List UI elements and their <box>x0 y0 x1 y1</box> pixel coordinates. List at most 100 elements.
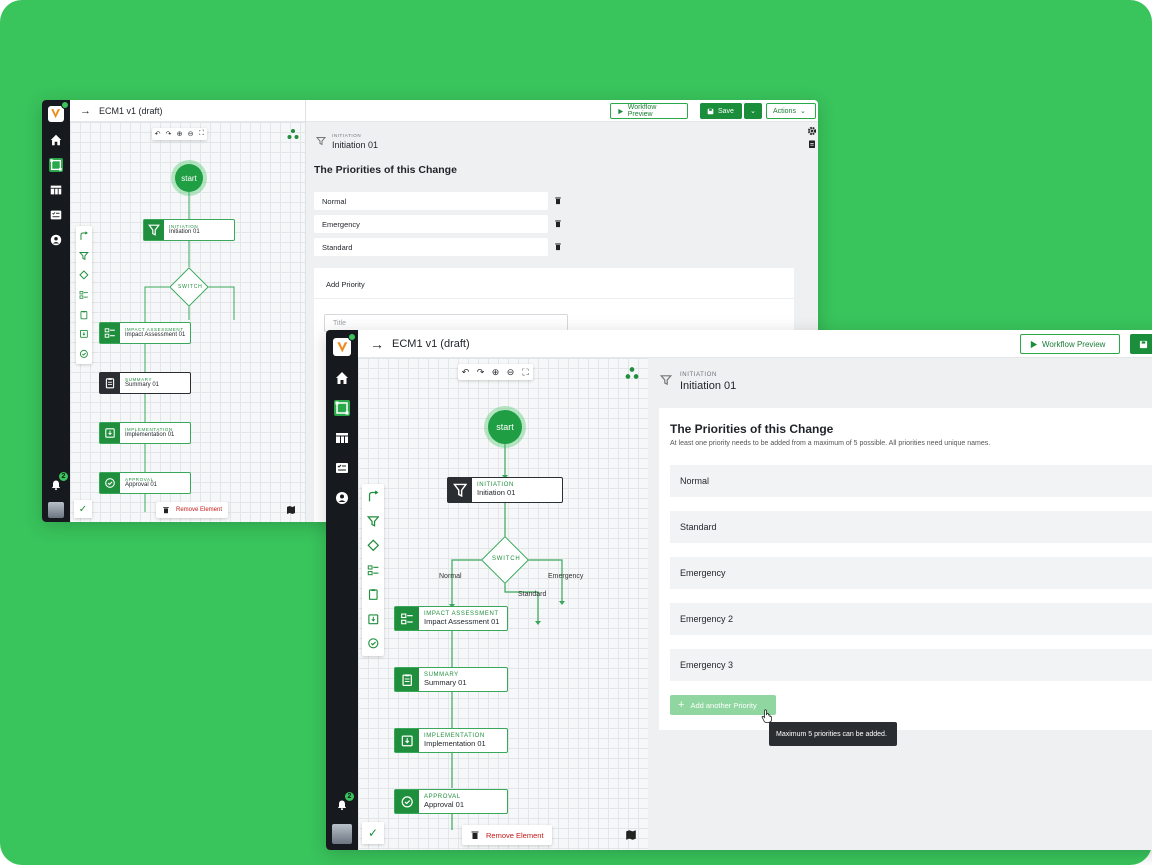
map-icon[interactable] <box>625 829 637 841</box>
implementation-node[interactable]: IMPLEMENTATION Implementation 01 <box>99 422 191 444</box>
app-logo[interactable] <box>48 101 69 122</box>
workflow-canvas[interactable]: ↶ ↷ ⊕ ⊖ ⛶ start INITIATION Initiation 01… <box>358 358 648 850</box>
step-name: Initiation 01 <box>332 140 379 150</box>
filter-icon[interactable] <box>77 249 91 263</box>
edge-label-standard: Standard <box>518 591 547 598</box>
check-circle-icon[interactable] <box>364 635 382 653</box>
chevron-down-icon: ⌄ <box>750 108 756 115</box>
save-button[interactable]: Save <box>700 103 742 119</box>
checklist-icon[interactable] <box>77 288 91 302</box>
clipboard-icon <box>395 668 419 691</box>
back-arrow-icon[interactable]: → <box>370 336 384 352</box>
inbox-icon <box>395 729 419 752</box>
remove-element-button[interactable]: Remove Element <box>462 825 552 845</box>
priority-item[interactable]: Normal <box>670 465 1152 497</box>
priority-item[interactable]: Standard <box>670 511 1152 543</box>
priority-item[interactable]: Emergency 3 <box>670 649 1152 681</box>
check-circle-icon <box>100 473 120 493</box>
top-bar: → ECM1 v1 (draft) Workflow Preview <box>358 330 1152 358</box>
switch-label: SWITCH <box>492 556 521 562</box>
gear-icon[interactable] <box>807 126 817 136</box>
notification-count: 2 <box>345 792 354 801</box>
node-name: Impact Assessment 01 <box>125 332 186 339</box>
decision-icon[interactable] <box>364 536 382 554</box>
notification-bell-icon[interactable]: 2 <box>50 472 68 491</box>
start-node[interactable]: start <box>488 410 522 444</box>
workflow-icon[interactable] <box>334 400 350 416</box>
trash-icon[interactable] <box>554 242 562 251</box>
max-priorities-tooltip: Maximum 5 priorities can be added. <box>769 722 897 746</box>
user-avatar[interactable] <box>332 824 352 844</box>
edge-label-emergency: Emergency <box>548 573 584 580</box>
node-name: Summary 01 <box>424 677 467 687</box>
workflow-icon[interactable] <box>49 158 63 172</box>
filter-icon <box>144 220 164 240</box>
save-icon <box>707 108 714 114</box>
approval-node[interactable]: APPROVAL Approval 01 <box>394 789 508 814</box>
connector-icon[interactable] <box>77 229 91 243</box>
side-rail: 2 <box>42 100 70 522</box>
user-avatar[interactable] <box>48 502 64 518</box>
user-icon[interactable] <box>49 233 63 247</box>
top-bar: → ECM1 v1 (draft) Workflow Preview Save … <box>70 100 818 122</box>
home-icon[interactable] <box>334 370 350 386</box>
priority-item[interactable]: Emergency 2 <box>670 603 1152 635</box>
validate-check-icon[interactable]: ✓ <box>362 822 384 844</box>
workflow-canvas[interactable]: ↶ ↷ ⊕ ⊖ ⛶ start INITIATION Initiation 01… <box>70 122 305 522</box>
trash-icon <box>163 507 169 514</box>
check-circle-icon[interactable] <box>77 347 91 361</box>
summary-node[interactable]: SUMMARY Summary 01 <box>99 372 191 394</box>
trash-icon <box>471 831 479 839</box>
node-name: Implementation 01 <box>424 738 486 748</box>
plus-icon: + <box>678 699 685 711</box>
user-icon[interactable] <box>334 490 350 506</box>
filter-icon <box>660 375 672 386</box>
inbox-icon <box>100 423 120 443</box>
map-icon[interactable] <box>286 505 296 515</box>
logo-status-dot <box>61 101 69 109</box>
workflow-preview-button[interactable]: Workflow Preview <box>610 103 688 119</box>
approval-node[interactable]: APPROVAL Approval 01 <box>99 472 191 494</box>
hand-cursor-icon <box>761 709 772 723</box>
clipboard-icon[interactable] <box>364 586 382 604</box>
summary-node[interactable]: SUMMARY Summary 01 <box>394 667 508 692</box>
tasks-icon[interactable] <box>334 460 350 476</box>
inbox-icon[interactable] <box>364 610 382 628</box>
table-icon[interactable] <box>49 183 63 197</box>
table-icon[interactable] <box>334 430 350 446</box>
section-title: The Priorities of this Change <box>314 164 457 176</box>
decision-icon[interactable] <box>77 268 91 282</box>
inbox-icon[interactable] <box>77 327 91 341</box>
remove-element-button[interactable]: Remove Element <box>156 502 229 518</box>
workflow-preview-button[interactable]: Workflow Preview <box>1020 334 1120 354</box>
initiation-node[interactable]: INITIATION Initiation 01 <box>447 477 563 503</box>
save-button[interactable] <box>1130 334 1152 354</box>
priority-item[interactable]: Emergency <box>670 557 1152 589</box>
back-arrow-icon[interactable]: → <box>80 105 91 117</box>
implementation-node[interactable]: IMPLEMENTATION Implementation 01 <box>394 728 508 753</box>
trash-icon[interactable] <box>554 196 562 205</box>
start-node[interactable]: start <box>175 164 203 192</box>
trash-icon[interactable] <box>554 219 562 228</box>
actions-button[interactable]: Actions ⌄ <box>766 103 816 119</box>
properties-panel: INITIATION Initiation 01 The Priorities … <box>648 358 1152 850</box>
play-icon <box>1030 340 1038 348</box>
step-name: Initiation 01 <box>680 380 737 392</box>
node-name: Approval 01 <box>125 482 158 489</box>
validate-check-icon[interactable]: ✓ <box>74 500 92 518</box>
clipboard-icon[interactable] <box>807 139 817 149</box>
impact-assessment-node[interactable]: IMPACT ASSESSMENT Impact Assessment 01 <box>394 606 508 631</box>
initiation-node[interactable]: INITIATION Initiation 01 <box>143 219 235 241</box>
switch-label: SWITCH <box>178 284 203 290</box>
connector-icon[interactable] <box>364 487 382 505</box>
impact-assessment-node[interactable]: IMPACT ASSESSMENT Impact Assessment 01 <box>99 322 191 344</box>
save-options-button[interactable]: ⌄ <box>744 103 762 119</box>
notification-bell-icon[interactable]: 2 <box>336 792 354 811</box>
tasks-icon[interactable] <box>49 208 63 222</box>
clipboard-icon[interactable] <box>77 308 91 322</box>
home-icon[interactable] <box>49 133 63 147</box>
app-logo[interactable] <box>333 333 356 356</box>
checklist-icon[interactable] <box>364 561 382 579</box>
check-circle-icon <box>395 790 419 813</box>
filter-icon[interactable] <box>364 512 382 530</box>
